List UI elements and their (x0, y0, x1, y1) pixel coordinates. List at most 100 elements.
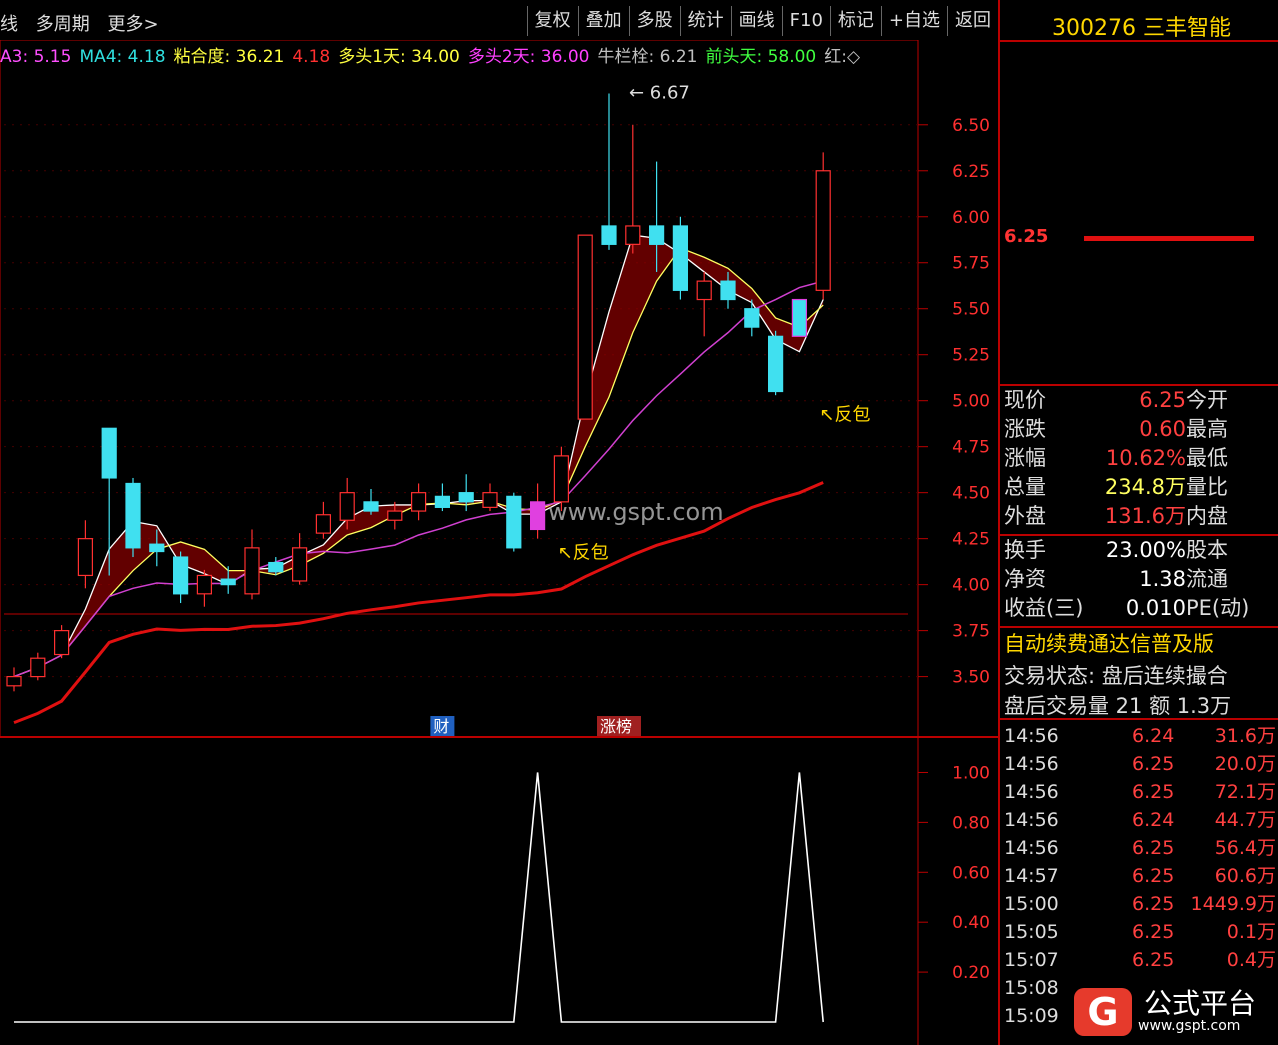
quote-label: 最低 (1186, 446, 1228, 470)
tick-volume: 20.0万 (1214, 753, 1276, 775)
candle-body (434, 495, 450, 508)
candle-body (482, 492, 498, 508)
quote-row: 收益(三) 0.010 PE(动) (1000, 594, 1278, 623)
ma-line-white (13, 234, 824, 678)
notice-text[interactable]: 自动续费通达信普及版 (1004, 628, 1214, 658)
candlestick-chart[interactable]: 6.50 6.25 6.00 5.75 5.50 5.25 5.00 4.75 4.50 4.25… (0, 0, 998, 1045)
indicator-tick-label: 0.60 (952, 863, 990, 883)
tick-time: 15:09 (1004, 1005, 1059, 1027)
tick-row: 15:05 6.25 0.1万 (1000, 918, 1278, 946)
tick-time: 14:56 (1004, 809, 1059, 831)
tick-price: 6.25 (1132, 949, 1175, 971)
quote-label: 流通 (1186, 567, 1228, 591)
legend-item: MA4: 4.18 (79, 47, 166, 66)
multi-stock-button[interactable]: 多股 (628, 6, 680, 36)
legend-item: 多头1天: 34.00 (338, 47, 460, 66)
quote-row: 换手 23.00% 股本 (1000, 536, 1278, 565)
candle-body (458, 492, 474, 503)
tick-price: 6.25 (1132, 893, 1175, 915)
toolbar-item-multi-period[interactable]: 多周期 (36, 14, 90, 35)
quote-row: 现价 6.25 今开 (1000, 386, 1278, 415)
legend-item: A3: 5.15 (0, 47, 72, 66)
price-tick-label: 5.50 (952, 300, 990, 320)
draw-line-button[interactable]: 画线 (730, 6, 782, 36)
toolbar-item-line[interactable]: 线 (0, 14, 18, 35)
event-marker-label: 涨榜 (600, 717, 632, 736)
tick-volume: 31.6万 (1214, 725, 1276, 747)
quote-label: 股本 (1186, 538, 1228, 562)
quote-row: 外盘 131.6万 内盘 (1000, 502, 1278, 531)
candle-body (696, 280, 712, 301)
quote-row: 涨幅 10.62% 最低 (1000, 444, 1278, 473)
tick-row: 14:56 6.25 56.4万 (1000, 834, 1278, 862)
candle-body (339, 492, 355, 521)
candle-body (720, 280, 736, 301)
current-price-label: 6.25 (1004, 226, 1049, 247)
indicator-tick-label: 0.40 (952, 913, 990, 933)
candle-body (577, 234, 593, 420)
candle-body (125, 482, 141, 549)
candle-body (220, 578, 236, 586)
event-marker-label: 财 (433, 717, 449, 736)
candle-body (268, 561, 284, 573)
quote-label: PE(动) (1186, 596, 1250, 620)
quote-value: 0.010 (1125, 596, 1186, 620)
ma-line-magenta (13, 280, 824, 678)
chart-annotation: ← 6.67 (629, 83, 690, 104)
candle-body (53, 630, 70, 656)
price-tick-label: 6.25 (952, 162, 990, 182)
tick-time: 14:56 (1004, 725, 1059, 747)
tick-price: 6.24 (1132, 725, 1175, 747)
chart-toolbar: 线 多周期 更多> 复权 叠加 多股 统计 画线 F10 标记 +自选 返回 (0, 0, 998, 40)
price-tick-label: 3.75 (952, 622, 990, 642)
indicator-tick-label: 0.80 (952, 813, 990, 833)
price-tick-label: 4.75 (952, 438, 990, 458)
mark-button[interactable]: 标记 (829, 6, 881, 36)
price-tick-label: 4.00 (952, 576, 990, 596)
chart-annotation: ↖反包 (819, 405, 870, 426)
tick-volume: 0.4万 (1226, 949, 1276, 971)
current-price-bar (1084, 236, 1254, 241)
toolbar-item-more[interactable]: 更多> (107, 14, 158, 35)
indicator-tick-label: 1.00 (952, 763, 990, 783)
quote-label: 内盘 (1186, 504, 1228, 528)
legend-item: 多头2天: 36.00 (467, 47, 590, 66)
candle-body (506, 495, 522, 549)
tick-row: 14:56 6.25 20.0万 (1000, 750, 1278, 778)
stock-name: 三丰智能 (1142, 16, 1231, 41)
tick-volume: 72.1万 (1214, 781, 1276, 803)
restore-rights-button[interactable]: 复权 (526, 6, 578, 36)
indicator-legend: A3: 5.15 MA4: 4.18 粘合度: 36.21 4.18 多头1天: 34.… (0, 42, 918, 66)
ribbon-fill (14, 235, 824, 677)
ma-line-yellow (13, 247, 824, 678)
logo-g-icon: G (1074, 988, 1132, 1036)
watermark-url: www.gspt.com (548, 498, 724, 526)
quote-label: 涨跌 (1004, 417, 1046, 441)
chart-annotation: ↖反包 (558, 543, 609, 564)
f10-button[interactable]: F10 (781, 6, 830, 36)
quote-value: 1.38 (1139, 567, 1186, 591)
tick-time: 14:56 (1004, 781, 1059, 803)
quote-label: 最高 (1186, 417, 1228, 441)
candle-body (30, 657, 46, 678)
candle-body (411, 492, 427, 512)
add-watchlist-button[interactable]: +自选 (880, 6, 947, 36)
quote-label: 量比 (1186, 475, 1228, 499)
quote-value: 23.00% (1105, 538, 1186, 562)
tick-time: 15:08 (1004, 977, 1059, 999)
statistics-button[interactable]: 统计 (679, 6, 731, 36)
tick-time: 15:07 (1004, 949, 1059, 971)
back-button[interactable]: 返回 (947, 6, 998, 36)
candle-body (196, 574, 212, 595)
price-tick-label: 5.75 (952, 254, 990, 274)
tick-row: 14:57 6.25 60.6万 (1000, 862, 1278, 890)
quote-block-2: 换手 23.00% 股本 净资 1.38 流通 收益(三) 0.010 PE(动) (1000, 536, 1278, 623)
quote-block-1: 现价 6.25 今开 涨跌 0.60 最高 涨幅 10.62% 最低 总量 234.8万 量比 外盘 13… (1000, 386, 1278, 531)
candle-body (6, 676, 22, 687)
legend-item: 粘合度: 36.21 (173, 47, 285, 66)
overlay-button[interactable]: 叠加 (577, 6, 629, 36)
quote-panel: 300276 三丰智能 6.25 现价 6.25 今开 涨跌 0.60 最高 涨幅 10.62… (998, 0, 1278, 1045)
quote-row: 净资 1.38 流通 (1000, 565, 1278, 594)
candle-body (173, 556, 189, 595)
price-tick-label: 3.50 (952, 668, 990, 688)
